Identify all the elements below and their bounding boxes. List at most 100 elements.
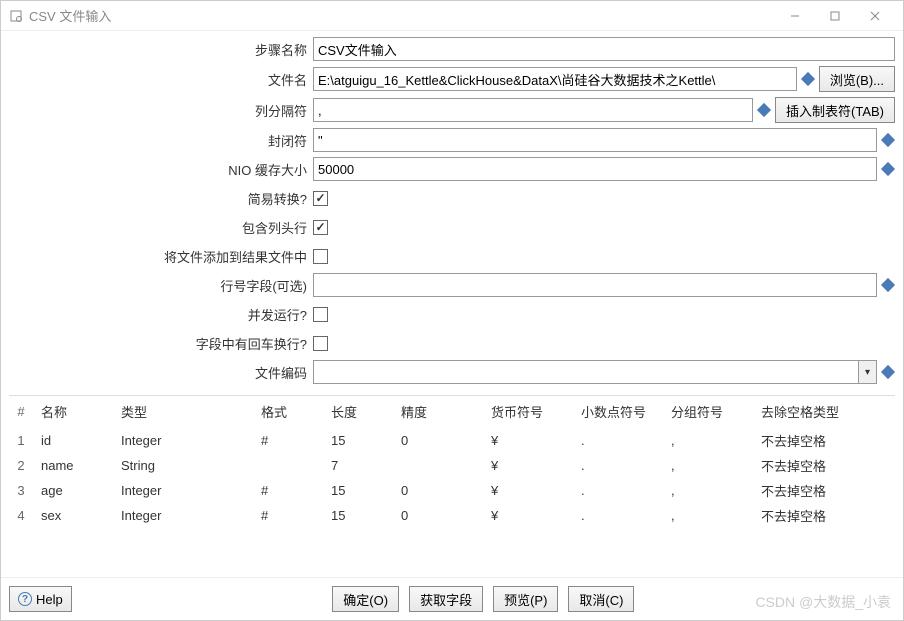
cell-type[interactable]: Integer xyxy=(113,478,253,503)
encoding-select[interactable] xyxy=(313,360,859,384)
cell-precision[interactable] xyxy=(393,453,483,478)
cell-name[interactable]: sex xyxy=(33,503,113,528)
col-decimal: 小数点符号 xyxy=(573,396,663,428)
parallel-label: 并发运行? xyxy=(9,305,313,324)
cell-n[interactable]: 2 xyxy=(9,453,33,478)
variable-icon[interactable] xyxy=(881,162,895,176)
col-precision: 精度 xyxy=(393,396,483,428)
row-num-field-label: 行号字段(可选) xyxy=(9,276,313,295)
cell-currency[interactable]: ¥ xyxy=(483,478,573,503)
cell-decimal[interactable]: . xyxy=(573,478,663,503)
cell-format[interactable] xyxy=(253,453,323,478)
cell-name[interactable]: age xyxy=(33,478,113,503)
cell-format[interactable]: # xyxy=(253,478,323,503)
col-type: 类型 xyxy=(113,396,253,428)
insert-tab-button[interactable]: 插入制表符(TAB) xyxy=(775,97,895,123)
row-num-field-input[interactable] xyxy=(313,273,877,297)
help-icon: ? xyxy=(18,592,32,606)
variable-icon[interactable] xyxy=(881,278,895,292)
cell-precision[interactable]: 0 xyxy=(393,503,483,528)
help-button[interactable]: ? Help xyxy=(9,586,72,612)
buffer-size-label: NIO 缓存大小 xyxy=(9,160,313,179)
table-row[interactable]: 1idInteger#150¥.,不去掉空格 xyxy=(9,428,895,454)
cell-decimal[interactable]: . xyxy=(573,453,663,478)
step-name-input[interactable] xyxy=(313,37,895,61)
enclosure-label: 封闭符 xyxy=(9,131,313,150)
window-controls xyxy=(775,2,895,30)
newline-fields-checkbox[interactable] xyxy=(313,336,328,351)
app-icon xyxy=(9,9,23,23)
cell-currency[interactable]: ¥ xyxy=(483,503,573,528)
fields-table[interactable]: # 名称 类型 格式 长度 精度 货币符号 小数点符号 分组符号 去除空格类型 … xyxy=(9,395,895,577)
close-button[interactable] xyxy=(855,2,895,30)
col-trim: 去除空格类型 xyxy=(753,396,895,428)
form-area: 步骤名称 文件名 浏览(B)... 列分隔符 插入制表符(TAB) 封闭符 xyxy=(1,31,903,391)
cell-group[interactable]: , xyxy=(663,478,753,503)
step-name-label: 步骤名称 xyxy=(9,40,313,59)
cell-n[interactable]: 4 xyxy=(9,503,33,528)
lazy-conversion-label: 简易转换? xyxy=(9,189,313,208)
cell-name[interactable]: id xyxy=(33,428,113,454)
cancel-button[interactable]: 取消(C) xyxy=(568,586,634,612)
cell-currency[interactable]: ¥ xyxy=(483,453,573,478)
get-fields-button[interactable]: 获取字段 xyxy=(409,586,483,612)
col-group: 分组符号 xyxy=(663,396,753,428)
cell-group[interactable]: , xyxy=(663,428,753,454)
cell-n[interactable]: 1 xyxy=(9,428,33,454)
add-result-label: 将文件添加到结果文件中 xyxy=(9,247,313,266)
file-name-input[interactable] xyxy=(313,67,797,91)
variable-icon[interactable] xyxy=(881,365,895,379)
cell-length[interactable]: 15 xyxy=(323,428,393,454)
delimiter-input[interactable] xyxy=(313,98,753,122)
col-currency: 货币符号 xyxy=(483,396,573,428)
table-row[interactable]: 2nameString 7 ¥.,不去掉空格 xyxy=(9,453,895,478)
cell-decimal[interactable]: . xyxy=(573,428,663,454)
cell-name[interactable]: name xyxy=(33,453,113,478)
cell-currency[interactable]: ¥ xyxy=(483,428,573,454)
parallel-checkbox[interactable] xyxy=(313,307,328,322)
cell-n[interactable]: 3 xyxy=(9,478,33,503)
window-title: CSV 文件输入 xyxy=(29,6,775,25)
enclosure-input[interactable] xyxy=(313,128,877,152)
buffer-size-input[interactable] xyxy=(313,157,877,181)
cell-trim[interactable]: 不去掉空格 xyxy=(753,478,895,503)
cell-group[interactable]: , xyxy=(663,503,753,528)
variable-icon[interactable] xyxy=(881,133,895,147)
cell-precision[interactable]: 0 xyxy=(393,428,483,454)
file-name-label: 文件名 xyxy=(9,70,313,89)
cell-trim[interactable]: 不去掉空格 xyxy=(753,503,895,528)
col-format: 格式 xyxy=(253,396,323,428)
cell-format[interactable]: # xyxy=(253,503,323,528)
cell-length[interactable]: 7 xyxy=(323,453,393,478)
maximize-button[interactable] xyxy=(815,2,855,30)
cell-format[interactable]: # xyxy=(253,428,323,454)
table-header-row: # 名称 类型 格式 长度 精度 货币符号 小数点符号 分组符号 去除空格类型 xyxy=(9,396,895,428)
cell-trim[interactable]: 不去掉空格 xyxy=(753,428,895,454)
cell-type[interactable]: Integer xyxy=(113,503,253,528)
col-num: # xyxy=(9,396,33,428)
minimize-button[interactable] xyxy=(775,2,815,30)
preview-button[interactable]: 预览(P) xyxy=(493,586,558,612)
cell-length[interactable]: 15 xyxy=(323,478,393,503)
ok-button[interactable]: 确定(O) xyxy=(332,586,399,612)
variable-icon[interactable] xyxy=(757,103,771,117)
table-row[interactable]: 3ageInteger#150¥.,不去掉空格 xyxy=(9,478,895,503)
cell-length[interactable]: 15 xyxy=(323,503,393,528)
header-row-checkbox[interactable] xyxy=(313,220,328,235)
cell-type[interactable]: Integer xyxy=(113,428,253,454)
chevron-down-icon[interactable]: ▾ xyxy=(859,360,877,384)
table-row[interactable]: 4sexInteger#150¥.,不去掉空格 xyxy=(9,503,895,528)
cell-precision[interactable]: 0 xyxy=(393,478,483,503)
titlebar: CSV 文件输入 xyxy=(1,1,903,31)
col-length: 长度 xyxy=(323,396,393,428)
variable-icon[interactable] xyxy=(801,72,815,86)
cell-type[interactable]: String xyxy=(113,453,253,478)
add-result-checkbox[interactable] xyxy=(313,249,328,264)
dialog-window: CSV 文件输入 步骤名称 文件名 浏览(B)... 列分隔符 xyxy=(0,0,904,621)
newline-fields-label: 字段中有回车换行? xyxy=(9,334,313,353)
lazy-conversion-checkbox[interactable] xyxy=(313,191,328,206)
cell-decimal[interactable]: . xyxy=(573,503,663,528)
browse-button[interactable]: 浏览(B)... xyxy=(819,66,895,92)
cell-trim[interactable]: 不去掉空格 xyxy=(753,453,895,478)
cell-group[interactable]: , xyxy=(663,453,753,478)
